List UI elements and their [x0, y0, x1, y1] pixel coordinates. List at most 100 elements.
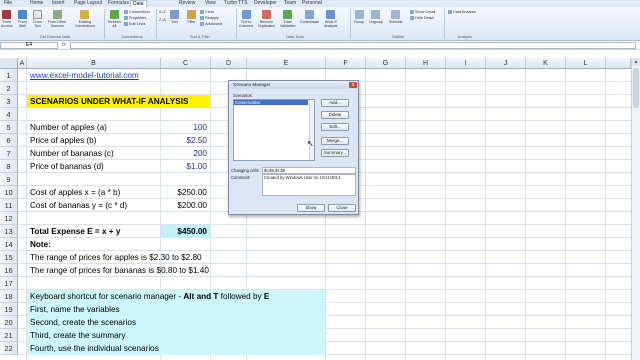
close-icon[interactable]: x: [349, 82, 357, 88]
row-header[interactable]: 6: [0, 134, 18, 147]
tab-view[interactable]: View: [203, 0, 218, 7]
tab-personal[interactable]: Personal: [300, 0, 324, 7]
row-header[interactable]: 7: [0, 147, 18, 160]
column-header-h[interactable]: H: [406, 58, 446, 69]
value-bananas-count[interactable]: 200: [161, 147, 210, 160]
delete-button[interactable]: Delete: [321, 111, 349, 119]
refresh-all-button[interactable]: Refresh All: [108, 10, 121, 28]
tab-turbo-tts[interactable]: Turbo TTS: [222, 0, 250, 7]
advanced-button[interactable]: Advanced: [200, 22, 222, 27]
row-header[interactable]: 17: [0, 277, 18, 290]
tab-review[interactable]: Review: [177, 0, 197, 7]
sort-button[interactable]: Sort: [170, 10, 179, 24]
sort-za-button[interactable]: Z↓A: [159, 18, 166, 23]
column-header-b[interactable]: B: [27, 58, 161, 69]
row-header[interactable]: 20: [0, 316, 18, 329]
subtotal-button[interactable]: Subtotal: [389, 10, 402, 24]
from-text-button[interactable]: From Text: [33, 10, 42, 28]
row-header[interactable]: 10: [0, 186, 18, 199]
group-button[interactable]: Group: [354, 10, 364, 24]
reapply-button[interactable]: Reapply: [200, 16, 219, 21]
add-button[interactable]: Add...: [321, 99, 349, 107]
row-header[interactable]: 15: [0, 251, 18, 264]
website-link[interactable]: www.excel-model-tutorial.com: [27, 69, 139, 82]
row-header[interactable]: 8: [0, 160, 18, 173]
row-header[interactable]: 4: [0, 108, 18, 121]
data-analysis-button[interactable]: Data Analysis: [448, 10, 476, 15]
column-header-g[interactable]: G: [366, 58, 406, 69]
column-header-i[interactable]: I: [446, 58, 486, 69]
column-header-l[interactable]: L: [566, 58, 606, 69]
what-if-analysis-button[interactable]: What-If Analysis: [324, 10, 337, 28]
show-button[interactable]: Show: [297, 204, 325, 212]
consolidate-button[interactable]: Consolidate: [300, 10, 319, 24]
value-bananas-price[interactable]: $1.00: [161, 160, 210, 173]
summary-button[interactable]: Summary...: [321, 149, 349, 157]
row-header[interactable]: 2: [0, 82, 18, 95]
merge-button[interactable]: Merge...: [321, 137, 349, 145]
tab-insert[interactable]: Insert: [50, 0, 67, 7]
tab-page-layout[interactable]: Page Layout: [72, 0, 104, 7]
formula-input[interactable]: [70, 42, 636, 49]
hide-detail-button[interactable]: Hide Detail: [410, 16, 434, 21]
value-total-expense[interactable]: $450.00: [161, 225, 210, 238]
row-header[interactable]: 11: [0, 199, 18, 212]
close-button[interactable]: Close: [328, 204, 356, 212]
tab-team[interactable]: Team: [282, 0, 298, 7]
connections-button[interactable]: Connections: [124, 10, 150, 15]
row-header[interactable]: 21: [0, 329, 18, 342]
data-validation-button[interactable]: Data Validation: [280, 10, 296, 28]
row-header[interactable]: 1: [0, 69, 18, 82]
from-other-sources-button[interactable]: From Other Sources: [48, 10, 66, 28]
column-header-j[interactable]: J: [486, 58, 526, 69]
existing-connections-button[interactable]: Existing Connections: [75, 10, 95, 28]
tab-developer[interactable]: Developer: [252, 0, 279, 7]
column-header-e[interactable]: E: [247, 58, 326, 69]
scenarios-list[interactable]: Conservative: [233, 99, 315, 161]
vertical-scrollbar[interactable]: ▲: [631, 58, 640, 360]
fx-icon[interactable]: fx: [62, 42, 66, 48]
name-box[interactable]: E4: [0, 42, 58, 49]
properties-button[interactable]: Properties: [124, 16, 146, 21]
value-apples-price[interactable]: $2.50: [161, 134, 210, 147]
row-header[interactable]: 18: [0, 290, 18, 303]
scroll-up-icon[interactable]: ▲: [632, 58, 640, 66]
row-header[interactable]: 19: [0, 303, 18, 316]
column-header-f[interactable]: F: [326, 58, 366, 69]
list-scrollbar[interactable]: [309, 100, 314, 160]
remove-duplicates-button[interactable]: Remove Duplicates: [258, 10, 275, 28]
edit-links-button[interactable]: Edit Links: [124, 22, 145, 27]
text-to-columns-button[interactable]: Text to Columns: [239, 10, 253, 28]
from-web-button[interactable]: From Web: [18, 10, 27, 28]
ungroup-button[interactable]: Ungroup: [369, 10, 383, 24]
column-header-m[interactable]: [606, 58, 631, 69]
row-header[interactable]: 14: [0, 238, 18, 251]
row-header[interactable]: 5: [0, 121, 18, 134]
row-header[interactable]: 22: [0, 342, 18, 355]
row-header[interactable]: 16: [0, 264, 18, 277]
tab-data[interactable]: Data: [130, 0, 147, 7]
value-apples-count[interactable]: 100: [161, 121, 210, 134]
row-header[interactable]: 12: [0, 212, 18, 225]
row-header[interactable]: 3: [0, 95, 18, 108]
value-cost-apples[interactable]: $250.00: [161, 186, 210, 199]
row-header[interactable]: 9: [0, 173, 18, 186]
from-access-button[interactable]: From Access: [1, 10, 13, 28]
scroll-thumb[interactable]: [633, 68, 639, 108]
scenario-item-conservative[interactable]: Conservative: [234, 100, 308, 105]
column-header-a[interactable]: A: [18, 58, 27, 69]
sort-az-button[interactable]: A↓Z: [159, 10, 166, 15]
clear-button[interactable]: Clear: [200, 10, 214, 15]
tab-formulas[interactable]: Formulas: [106, 0, 131, 7]
edit-button[interactable]: Edit...: [321, 123, 349, 131]
column-header-k[interactable]: K: [526, 58, 566, 69]
tab-home[interactable]: Home: [28, 0, 45, 7]
show-detail-button[interactable]: Show Detail: [410, 10, 435, 15]
tab-file[interactable]: File: [2, 0, 14, 7]
row-header[interactable]: 13: [0, 225, 18, 238]
filter-button[interactable]: Filter: [187, 10, 196, 24]
column-header-d[interactable]: D: [211, 58, 247, 69]
column-header-c[interactable]: C: [161, 58, 211, 69]
select-all-corner[interactable]: [0, 58, 18, 69]
value-cost-bananas[interactable]: $200.00: [161, 199, 210, 212]
